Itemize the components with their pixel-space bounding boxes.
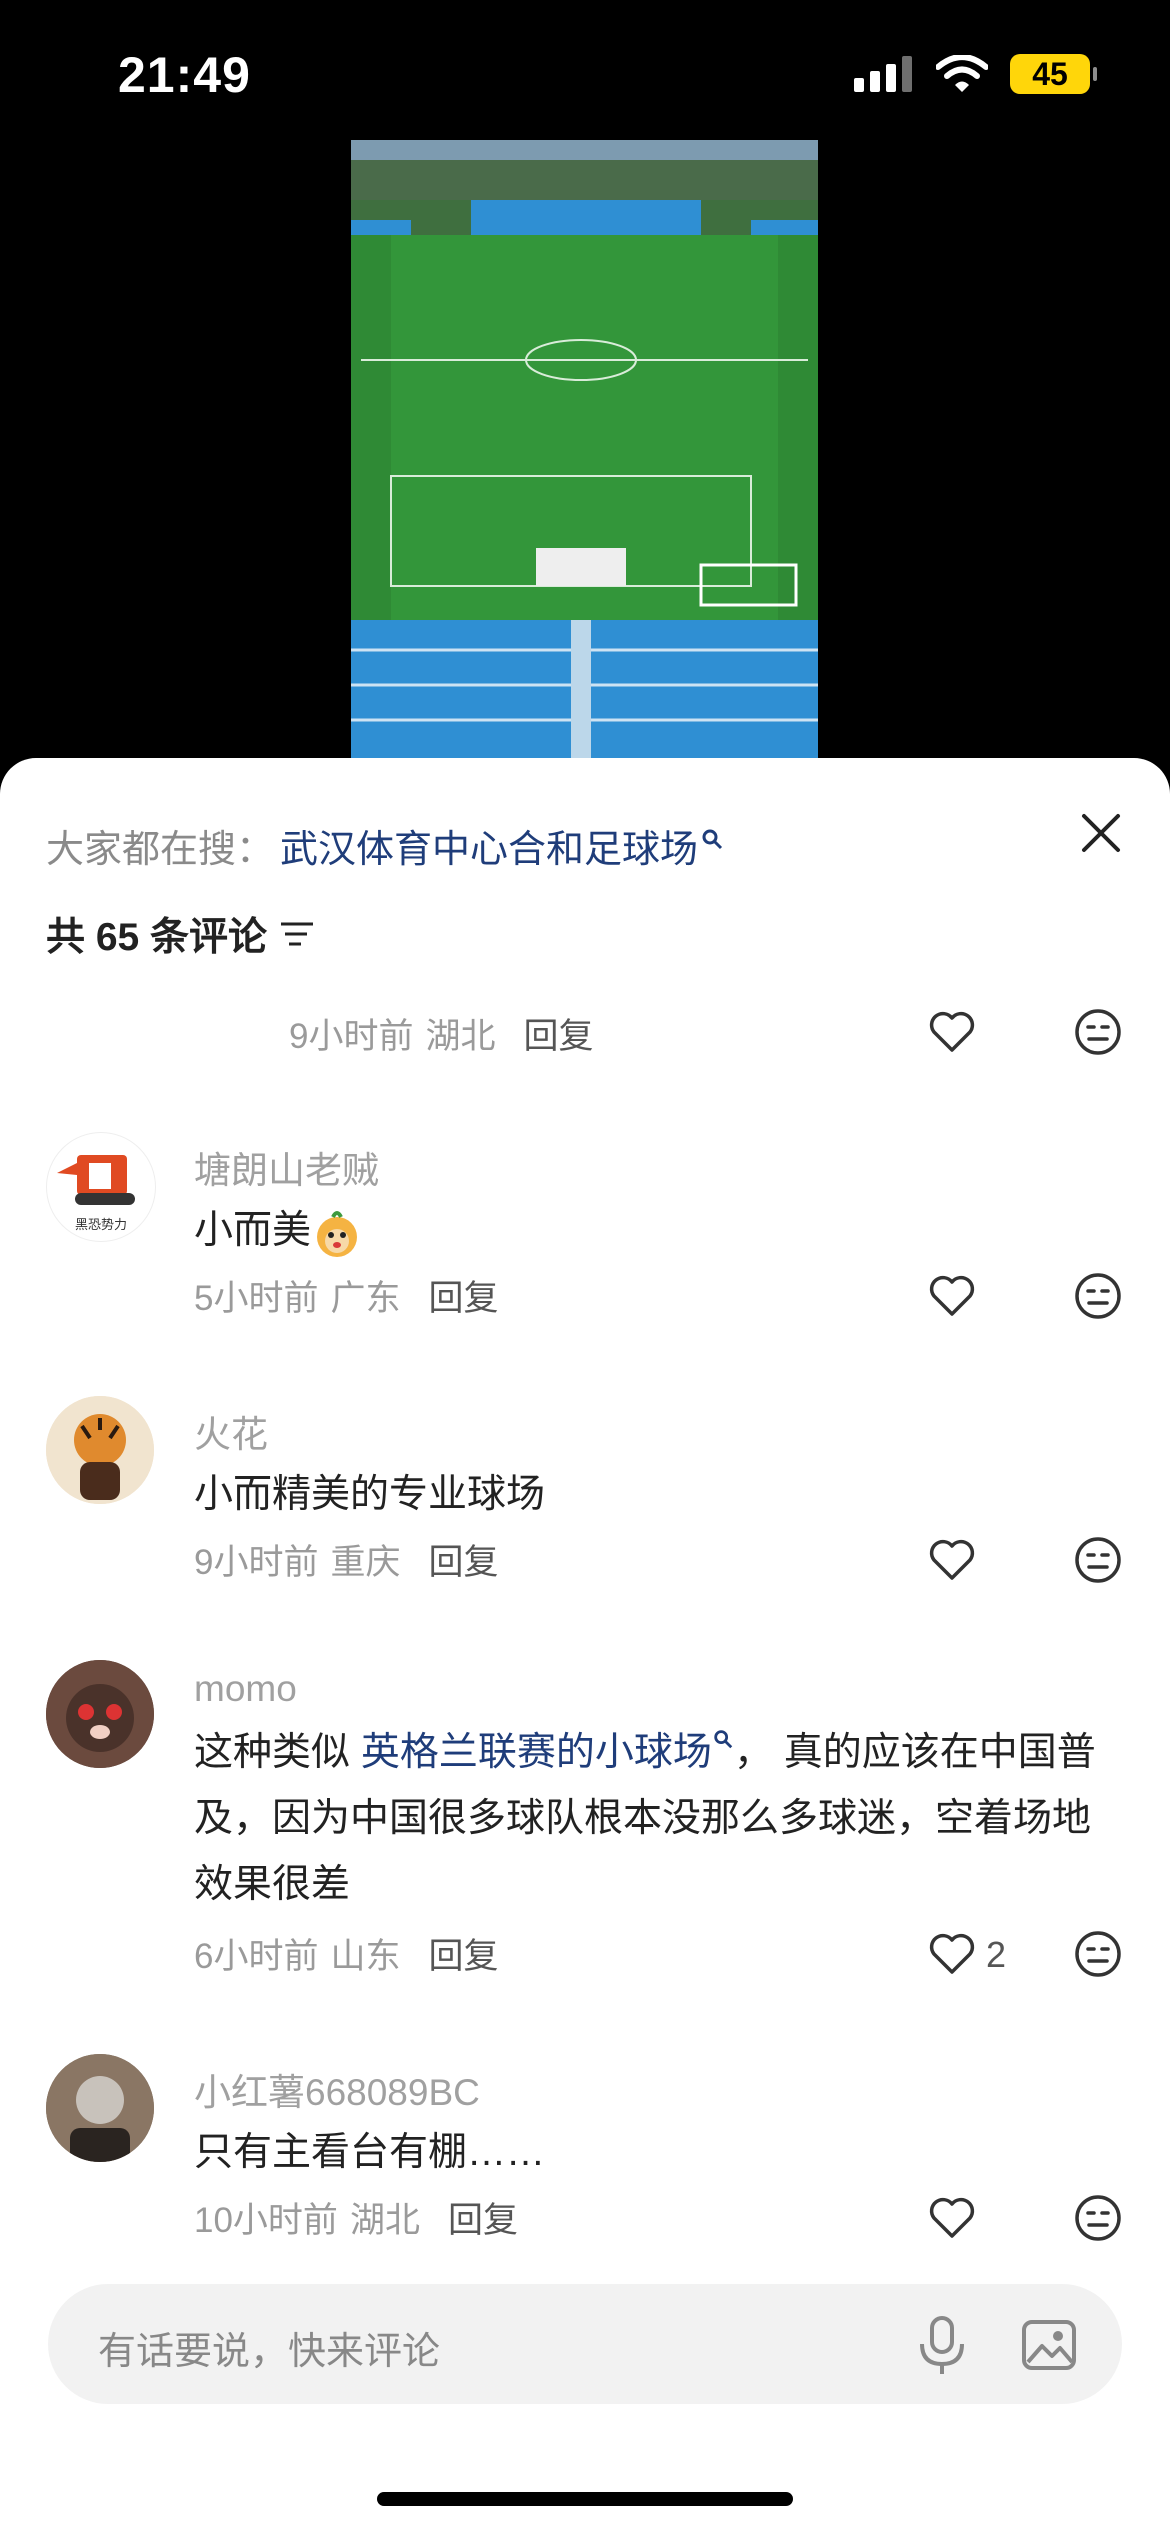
video-preview[interactable]	[351, 140, 818, 760]
comment-username[interactable]: 塘朗山老贼	[194, 1140, 379, 1194]
comment-count-text: 共 65 条评论	[46, 916, 268, 959]
comment-body: 这种类似	[194, 1731, 361, 1774]
heart-icon[interactable]	[926, 1270, 978, 1322]
status-time: 21:49	[118, 47, 251, 103]
close-icon[interactable]	[1076, 808, 1126, 858]
comment-text: 小而美	[194, 1198, 1114, 1264]
comment-time: 5小时前	[194, 1279, 319, 1318]
cute-emoji-icon	[317, 1210, 358, 1257]
comment-text: 小而精美的专业球场	[194, 1473, 546, 1516]
comment-time: 10小时前	[194, 2201, 338, 2240]
heart-icon[interactable]	[926, 1534, 978, 1586]
avatar-caption: 黑恐势力	[75, 1217, 127, 1233]
comment-text: 这种类似 英格兰联赛的小球场 ， 真的应该在中国普及，因为中国很多球队根本没那么…	[194, 1720, 1114, 1918]
comment-input[interactable]: 有话要说，快来评论	[48, 2284, 1122, 2404]
search-icon	[702, 829, 723, 849]
dislike-face-icon[interactable]	[1072, 1270, 1124, 1322]
sort-icon[interactable]	[277, 916, 317, 952]
status-icons: 45	[854, 54, 1097, 94]
microphone-icon[interactable]	[912, 2314, 972, 2378]
excavator-avatar-image: 黑恐势力	[57, 1155, 135, 1233]
comment-time: 9小时前	[194, 1543, 319, 1582]
signal-icon	[854, 56, 912, 92]
photo-avatar-image	[46, 2054, 154, 2162]
avatar[interactable]	[46, 1396, 154, 1504]
like-count: 2	[986, 1934, 1007, 1975]
comment-location: 重庆	[330, 1543, 401, 1582]
comments-sheet: 大家都在搜： 武汉体育中心合和足球场 共 65 条评论 9小时前 湖北 回复 黑…	[0, 758, 1170, 2532]
comment-topic-link[interactable]: 英格兰联赛的小球场	[361, 1731, 712, 1774]
comment-location: 湖北	[349, 2201, 420, 2240]
reply-button[interactable]: 回复	[523, 1008, 593, 1059]
comment-location: 山东	[330, 1937, 401, 1976]
comment-meta: 9小时前 湖北 回复	[289, 1008, 594, 1059]
home-indicator	[377, 2492, 793, 2506]
dislike-face-icon[interactable]	[1072, 1534, 1124, 1586]
comment-body: 小而美	[194, 1209, 312, 1252]
comment-meta: 5小时前 广东 回复	[194, 1270, 499, 1321]
status-bar: 21:49 45	[0, 0, 1170, 140]
avatar[interactable]	[46, 1660, 154, 1768]
comment-username[interactable]: momo	[194, 1668, 297, 1710]
comment-meta: 6小时前 山东 回复	[194, 1928, 499, 1979]
comment-meta: 10小时前 湖北 回复	[194, 2192, 518, 2243]
comment-time: 9小时前	[289, 1017, 414, 1056]
dislike-face-icon[interactable]	[1072, 2192, 1124, 2244]
comment-location: 湖北	[425, 1017, 496, 1056]
heart-icon[interactable]	[926, 1006, 978, 1058]
comment-count: 共 65 条评论	[46, 906, 317, 962]
avatar[interactable]	[46, 2054, 154, 2162]
reply-button[interactable]: 回复	[428, 1270, 498, 1321]
comment-input-placeholder: 有话要说，快来评论	[98, 2331, 441, 2373]
trending-search: 大家都在搜： 武汉体育中心合和足球场	[46, 818, 724, 873]
avatar[interactable]: 黑恐势力	[46, 1132, 156, 1242]
comment-location: 广东	[330, 1279, 401, 1318]
trending-search-link[interactable]: 武汉体育中心合和足球场	[280, 818, 698, 873]
comment-username[interactable]: 小红薯668089BC	[194, 2062, 480, 2116]
comment-text: 只有主看台有棚……	[194, 2131, 546, 2174]
reply-button[interactable]: 回复	[428, 1928, 498, 1979]
heart-icon[interactable]	[926, 1928, 978, 1980]
trending-label: 大家都在搜：	[46, 829, 275, 871]
battery-indicator: 45	[1010, 54, 1097, 94]
wifi-icon	[936, 55, 988, 92]
comment-time: 6小时前	[194, 1937, 319, 1976]
stadium-image	[351, 140, 818, 760]
comment-meta: 9小时前 重庆 回复	[194, 1534, 499, 1585]
bear-avatar-image	[46, 1660, 154, 1768]
comment-username[interactable]: 火花	[194, 1404, 268, 1458]
dislike-face-icon[interactable]	[1072, 1006, 1124, 1058]
heart-icon[interactable]	[926, 2192, 978, 2244]
reply-button[interactable]: 回复	[428, 1534, 498, 1585]
reply-button[interactable]: 回复	[448, 2192, 518, 2243]
search-icon	[714, 1730, 733, 1749]
dislike-face-icon[interactable]	[1072, 1928, 1124, 1980]
image-icon[interactable]	[1020, 2316, 1078, 2374]
tiger-avatar-image	[46, 1396, 154, 1504]
